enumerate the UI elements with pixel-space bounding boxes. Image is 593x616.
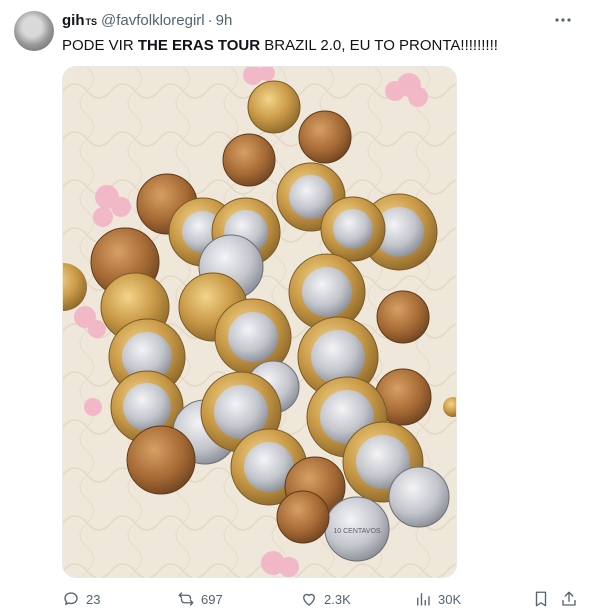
tweet: gih TS @favfolkloregirl · 9h PODE VIR TH… bbox=[0, 0, 593, 616]
tweet-text-bold: THE ERAS TOUR bbox=[137, 37, 261, 54]
coins-photo: 10 CENTAVOS bbox=[63, 67, 456, 577]
like-button[interactable]: 2.3K bbox=[300, 586, 351, 612]
bookmark-button[interactable] bbox=[532, 586, 556, 612]
tweet-text-start: PODE VIR bbox=[62, 37, 138, 54]
like-count: 2.3K bbox=[324, 591, 351, 607]
views-chart-icon bbox=[417, 593, 430, 606]
repost-count: 697 bbox=[201, 591, 223, 607]
heart-icon bbox=[303, 593, 315, 606]
bookmark-icon bbox=[535, 591, 547, 607]
view-count: 30K bbox=[438, 591, 462, 607]
timestamp[interactable]: 9h bbox=[216, 12, 233, 29]
reply-bubble-icon bbox=[64, 592, 78, 605]
share-button[interactable] bbox=[560, 586, 584, 612]
repost-icon bbox=[178, 592, 194, 606]
separator-dot: · bbox=[207, 12, 213, 29]
display-name[interactable]: gih bbox=[62, 12, 85, 29]
avatar[interactable] bbox=[14, 11, 54, 51]
repost-button[interactable]: 697 bbox=[177, 586, 223, 612]
reply-count: 23 bbox=[86, 591, 101, 607]
tweet-actions: 23 697 2.3K 30K bbox=[62, 586, 584, 612]
coin-marking: 10 CENTAVOS bbox=[333, 528, 381, 535]
handle[interactable]: @favfolkloregirl bbox=[101, 12, 205, 29]
tweet-header: gih TS @favfolkloregirl · 9h bbox=[62, 12, 232, 32]
tweet-text-end: BRAZIL 2.0, EU TO PRONTA!!!!!!!!! bbox=[260, 37, 498, 54]
name-badge: TS bbox=[85, 17, 98, 27]
reply-button[interactable]: 23 bbox=[62, 586, 100, 612]
views-button[interactable]: 30K bbox=[414, 586, 461, 612]
more-dots-icon[interactable] bbox=[551, 10, 575, 30]
share-icon bbox=[562, 591, 576, 606]
tweet-text: PODE VIR THE ERAS TOUR BRAZIL 2.0, EU TO… bbox=[62, 36, 498, 56]
tweet-photo[interactable]: 10 CENTAVOS bbox=[62, 66, 457, 578]
